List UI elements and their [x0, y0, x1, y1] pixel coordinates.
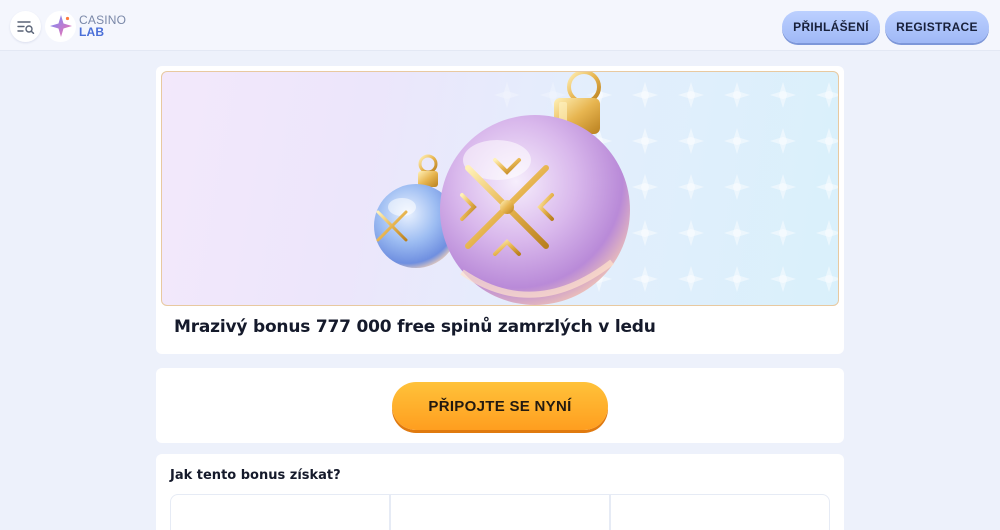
menu-search-button[interactable] — [10, 11, 41, 42]
christmas-ornaments-illustration — [370, 72, 838, 305]
bonus-banner-image — [161, 71, 839, 306]
login-button[interactable]: PŘIHLÁŠENÍ — [782, 11, 880, 43]
logo-text-lab: LAB — [79, 25, 105, 39]
bonus-title: Mrazivý bonus 777 000 free spinů zamrzlý… — [174, 317, 656, 337]
step-box — [610, 494, 830, 530]
how-to-get-bonus-card: Jak tento bonus získat? — [156, 454, 844, 530]
logo-star-icon — [45, 10, 76, 42]
casino-lab-logo[interactable]: CASINO LAB — [45, 10, 126, 42]
top-header: CASINO LAB PŘIHLÁŠENÍ REGISTRACE — [0, 0, 1000, 51]
cta-card: PŘIPOJTE SE NYNÍ — [156, 368, 844, 443]
bonus-card: Mrazivý bonus 777 000 free spinů zamrzlý… — [156, 66, 844, 354]
join-now-button[interactable]: PŘIPOJTE SE NYNÍ — [392, 382, 608, 430]
register-button[interactable]: REGISTRACE — [885, 11, 989, 43]
menu-search-icon — [16, 20, 34, 34]
how-to-title: Jak tento bonus získat? — [170, 468, 341, 483]
step-box — [390, 494, 610, 530]
step-box — [170, 494, 390, 530]
